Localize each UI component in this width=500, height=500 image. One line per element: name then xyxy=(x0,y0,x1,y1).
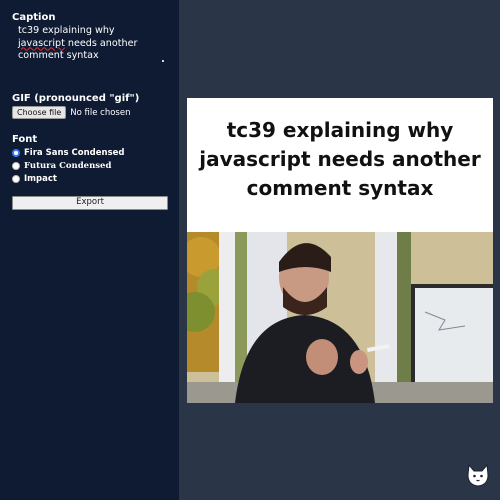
font-option-label: Fira Sans Condensed xyxy=(24,148,125,158)
font-option-impact[interactable]: Impact xyxy=(12,174,167,184)
corgi-icon xyxy=(467,463,489,487)
gif-frame xyxy=(187,232,493,403)
preview-caption-line: javascript needs another xyxy=(199,147,481,171)
preview-caption-line: comment syntax xyxy=(246,176,434,200)
misspelled-word: javascript xyxy=(18,37,65,49)
gif-preview: tc39 explaining why javascript needs ano… xyxy=(187,98,493,403)
caption-line: javascript needs another xyxy=(18,37,138,49)
preview-caption: tc39 explaining why javascript needs ano… xyxy=(187,116,493,203)
choose-file-button[interactable]: Choose file xyxy=(12,106,67,119)
gif-frame-image xyxy=(187,232,493,403)
radio-icon[interactable] xyxy=(12,149,20,157)
gif-section: GIF (pronounced "gif") Choose file No fi… xyxy=(12,93,167,119)
sidebar: Caption tc39 explaining why javascript n… xyxy=(0,0,179,500)
radio-icon[interactable] xyxy=(12,175,20,183)
font-option-futura[interactable]: Futura Condensed xyxy=(12,161,167,171)
caption-label: Caption xyxy=(12,12,56,23)
export-button[interactable]: Export xyxy=(12,196,168,210)
file-input[interactable]: Choose file No file chosen xyxy=(12,106,167,119)
caption-line: tc39 explaining why xyxy=(18,25,115,36)
font-label: Font xyxy=(12,134,38,145)
radio-icon[interactable] xyxy=(12,162,20,170)
caption-textarea[interactable]: tc39 explaining why javascript needs ano… xyxy=(12,25,167,77)
textarea-resize-handle[interactable] xyxy=(162,60,165,63)
font-section: Font Fira Sans Condensed Futura Condense… xyxy=(12,134,167,184)
font-option-fira[interactable]: Fira Sans Condensed xyxy=(12,148,167,158)
font-option-label: Impact xyxy=(24,174,57,184)
preview-caption-line: tc39 explaining why xyxy=(226,118,454,142)
gif-label: GIF (pronounced "gif") xyxy=(12,93,140,104)
font-option-label: Futura Condensed xyxy=(24,161,112,171)
caption-line: comment syntax xyxy=(18,50,99,61)
file-status: No file chosen xyxy=(70,107,131,118)
